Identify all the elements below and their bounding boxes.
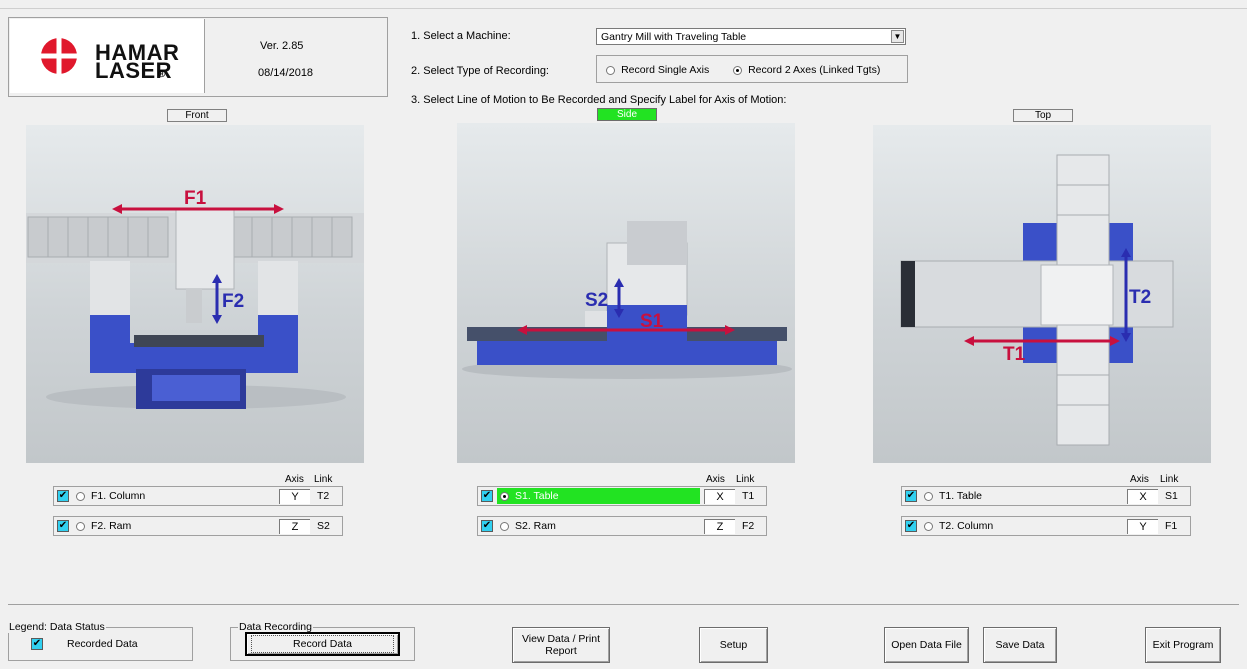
radio-icon[interactable] <box>924 522 933 531</box>
link-value: F1 <box>1165 520 1178 532</box>
front-link-header: Link <box>314 474 333 485</box>
save-label: Save Data <box>995 639 1045 651</box>
machine-select-value: Gantry Mill with Traveling Table <box>601 31 747 43</box>
row-label: F1. Column <box>91 490 146 502</box>
top-row-t2: ✔ T2. Column Y F1 <box>901 516 1191 536</box>
date-label: 08/14/2018 <box>258 67 314 79</box>
tab-side[interactable]: Side <box>597 108 657 121</box>
top-divider <box>0 8 1247 9</box>
checkbox-checked-icon[interactable]: ✔ <box>57 520 69 532</box>
side-view-image[interactable]: S2 S1 <box>457 123 795 463</box>
side-arrow-label-s2: S2 <box>585 290 608 311</box>
row-label: S2. Ram <box>515 520 556 532</box>
link-value: S2 <box>317 520 330 532</box>
top-arrow-label-t1: T1 <box>1003 344 1026 365</box>
radio-icon[interactable] <box>76 492 85 501</box>
content-divider <box>8 604 1239 605</box>
tab-top[interactable]: Top <box>1013 109 1073 122</box>
top-view-image[interactable]: T1 T2 <box>873 125 1211 463</box>
radio-selected-icon[interactable] <box>500 492 509 501</box>
axis-input[interactable]: X <box>704 489 735 504</box>
top-arrow-label-t2: T2 <box>1129 287 1151 308</box>
radio-selected-icon <box>733 65 742 75</box>
front-axis-header: Axis <box>285 474 304 485</box>
setup-label: Setup <box>719 639 748 651</box>
link-value: T1 <box>742 490 755 502</box>
row-label: T1. Table <box>939 490 982 502</box>
machine-select[interactable]: Gantry Mill with Traveling Table ▼ <box>596 28 906 45</box>
legend-item: Recorded Data <box>67 638 138 650</box>
radio-icon <box>606 65 615 75</box>
step2-label: 2. Select Type of Recording: <box>411 65 549 77</box>
dropdown-arrow-icon[interactable]: ▼ <box>891 30 904 43</box>
step1-label: 1. Select a Machine: <box>411 30 511 42</box>
exit-label: Exit Program <box>1152 639 1214 651</box>
top-axis-header: Axis <box>1130 474 1149 485</box>
front-view-image[interactable]: F1 F2 <box>26 125 364 463</box>
front-row-f2: ✔ F2. Ram Z S2 <box>53 516 343 536</box>
link-value: T2 <box>317 490 330 502</box>
side-axis-header: Axis <box>706 474 725 485</box>
link-value: S1 <box>1165 490 1178 502</box>
button-label-line2: Report <box>545 645 577 657</box>
checkbox-checked-icon[interactable]: ✔ <box>481 520 493 532</box>
tab-front[interactable]: Front <box>167 109 227 122</box>
axis-input[interactable]: Y <box>1127 519 1158 534</box>
axis-input[interactable]: Z <box>279 519 310 534</box>
open-data-file-button[interactable]: Open Data File <box>884 627 969 663</box>
exit-program-button[interactable]: Exit Program <box>1145 627 1221 663</box>
checkbox-checked-icon[interactable]: ✔ <box>57 490 69 502</box>
recording-type-group: Record Single Axis Record 2 Axes (Linked… <box>596 55 908 83</box>
record-single-axis-radio[interactable]: Record Single Axis <box>606 64 709 76</box>
logo-panel: HAMAR LASER ® <box>10 19 205 93</box>
front-arrow-label-f2: F2 <box>222 291 244 312</box>
axis-input[interactable]: Y <box>279 489 310 504</box>
axis-input[interactable]: Z <box>704 519 735 534</box>
record-data-button[interactable]: Record Data <box>245 632 400 656</box>
front-row-f1: ✔ F1. Column Y T2 <box>53 486 343 506</box>
radio-icon[interactable] <box>924 492 933 501</box>
button-label-line1: View Data / Print <box>521 633 600 645</box>
step3-label: 3. Select Line of Motion to Be Recorded … <box>411 94 787 106</box>
checkbox-checked-icon: ✔ <box>31 638 43 650</box>
checkbox-checked-icon[interactable]: ✔ <box>905 490 917 502</box>
radio-icon[interactable] <box>500 522 509 531</box>
record-two-axes-radio[interactable]: Record 2 Axes (Linked Tgts) <box>733 64 880 76</box>
axis-input[interactable]: X <box>1127 489 1158 504</box>
row-label: F2. Ram <box>91 520 132 532</box>
open-label: Open Data File <box>891 639 962 651</box>
legend-title: Legend: Data Status <box>8 621 106 633</box>
record-data-label: Record Data <box>251 635 394 653</box>
top-row-t1: ✔ T1. Table X S1 <box>901 486 1191 506</box>
row-label: S1. Table <box>515 490 559 502</box>
top-link-header: Link <box>1160 474 1179 485</box>
side-link-header: Link <box>736 474 755 485</box>
side-arrow-label-s1: S1 <box>640 311 664 332</box>
version-label: Ver. 2.85 <box>260 40 304 52</box>
checkbox-checked-icon[interactable]: ✔ <box>481 490 493 502</box>
radio-icon[interactable] <box>76 522 85 531</box>
side-row-s2: ✔ S2. Ram Z F2 <box>477 516 767 536</box>
link-value: F2 <box>742 520 755 532</box>
row-label: T2. Column <box>939 520 994 532</box>
side-row-s1: ✔ S1. Table X T1 <box>477 486 767 506</box>
checkbox-checked-icon[interactable]: ✔ <box>905 520 917 532</box>
setup-button[interactable]: Setup <box>699 627 768 663</box>
registered-mark: ® <box>158 69 166 80</box>
legend-group: Legend: Data Status ✔ Recorded Data <box>8 621 193 661</box>
front-arrow-label-f1: F1 <box>184 188 207 209</box>
save-data-button[interactable]: Save Data <box>983 627 1057 663</box>
hamar-logo-icon <box>40 37 78 75</box>
view-data-print-report-button[interactable]: View Data / Print Report <box>512 627 610 663</box>
